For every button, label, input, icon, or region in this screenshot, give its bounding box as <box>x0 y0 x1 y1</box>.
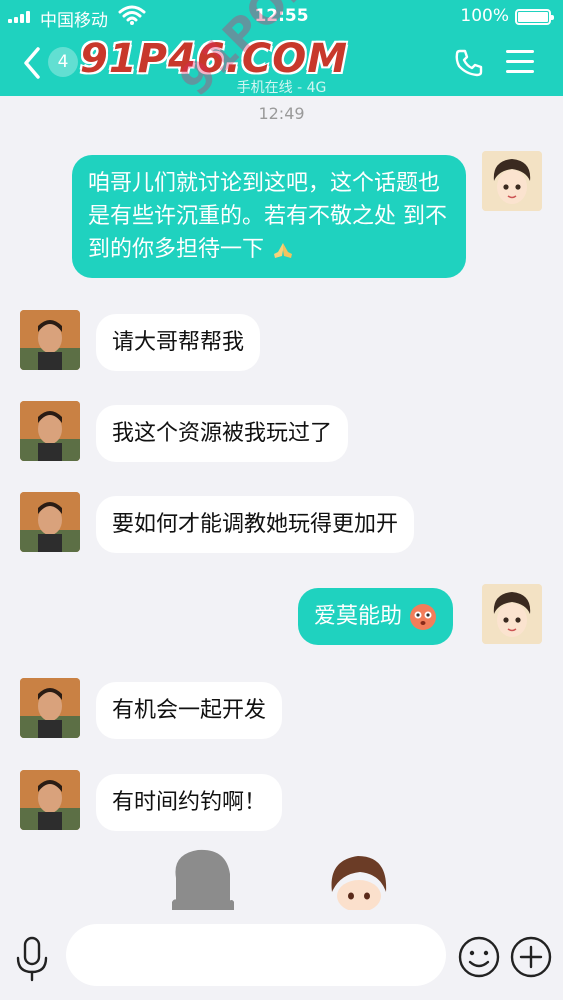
my-avatar[interactable] <box>482 584 542 644</box>
menu-icon[interactable] <box>506 48 536 76</box>
emoji-icon[interactable] <box>457 935 501 979</box>
battery-icon <box>515 9 554 25</box>
mic-icon[interactable] <box>14 936 50 982</box>
phone-icon[interactable] <box>454 48 484 78</box>
contact-name[interactable]: 91P46.COM <box>80 36 348 82</box>
flushed-emoji <box>410 604 437 630</box>
message-bubble-in[interactable]: 要如何才能调教她玩得更加开 <box>96 496 415 553</box>
message-text: 要如何才能调教她玩得更加开 <box>112 512 399 537</box>
input-bar <box>0 910 563 1000</box>
message-timestamp: 12:49 <box>258 104 305 123</box>
message-bubble-out[interactable]: 咱哥儿们就讨论到这吧，这个话题也是有些许沉重的。若有不敬之处 到不到的你多担待一… <box>72 155 466 278</box>
anime-boy-sticker <box>331 856 387 910</box>
plus-icon[interactable] <box>509 935 553 979</box>
contact-avatar[interactable] <box>20 678 80 738</box>
message-input[interactable] <box>66 924 446 986</box>
contact-avatar[interactable] <box>20 770 80 830</box>
message-text: 爱莫能助 <box>314 604 403 629</box>
back-icon[interactable] <box>22 46 42 80</box>
unread-badge[interactable]: 4 <box>48 47 78 77</box>
message-text: 请大哥帮帮我 <box>112 330 245 355</box>
message-bubble-out[interactable]: 爱莫能助 <box>298 588 454 645</box>
pray-emoji <box>274 243 293 258</box>
sticker-preview-row <box>0 840 563 910</box>
status-bar: 中国移动 12:55 100% <box>0 0 563 34</box>
chat-header: 中国移动 12:55 100% 4 91P46.COM 手机在线 - 4G <box>0 0 563 96</box>
message-text: 有时间约钓啊！ <box>112 790 267 815</box>
online-status: 手机在线 - 4G <box>236 80 327 96</box>
message-bubble-in[interactable]: 有时间约钓啊！ <box>96 774 283 831</box>
message-text: 咱哥儿们就讨论到这吧，这个话题也是有些许沉重的。若有不敬之处 到不到的你多担待一… <box>88 171 447 262</box>
contact-avatar[interactable] <box>20 401 80 461</box>
message-bubble-in[interactable]: 请大哥帮帮我 <box>96 314 261 371</box>
message-bubble-in[interactable]: 有机会一起开发 <box>96 682 283 739</box>
message-text: 有机会一起开发 <box>112 698 267 723</box>
contact-avatar[interactable] <box>20 310 80 370</box>
gray-figure-sticker <box>172 849 234 910</box>
battery-percent: 100% <box>460 6 509 26</box>
message-text: 我这个资源被我玩过了 <box>112 421 333 446</box>
contact-avatar[interactable] <box>20 492 80 552</box>
message-bubble-in[interactable]: 我这个资源被我玩过了 <box>96 405 349 462</box>
my-avatar[interactable] <box>482 151 542 211</box>
